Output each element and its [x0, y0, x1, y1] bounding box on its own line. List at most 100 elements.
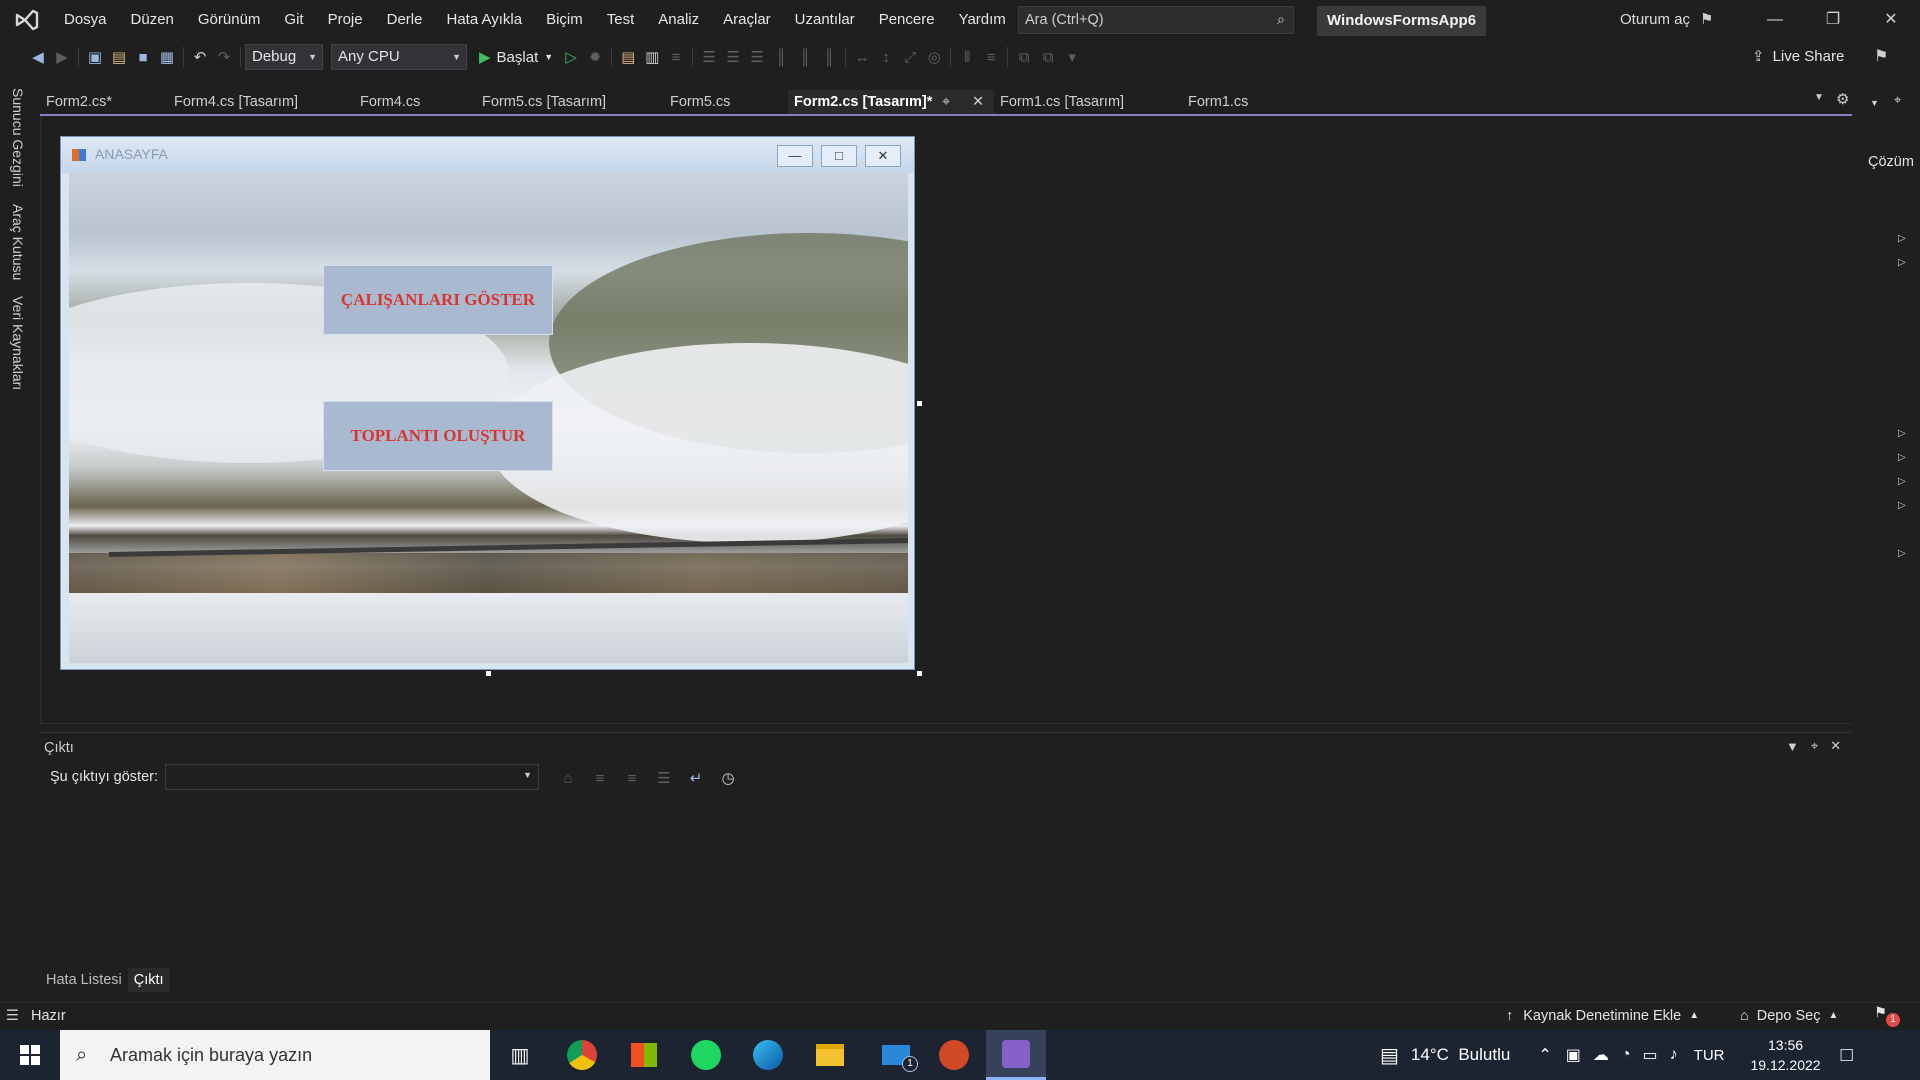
solution-name-badge[interactable]: WindowsFormsApp6	[1317, 6, 1487, 36]
menu-edit[interactable]: Düzen	[119, 0, 186, 40]
right-dropdown-icon[interactable]: ▼	[1870, 98, 1879, 108]
show-hidden-icons-icon[interactable]: ⌃	[1538, 1045, 1551, 1065]
align-centers-icon[interactable]: ☰	[721, 45, 745, 69]
menu-test[interactable]: Test	[595, 0, 647, 40]
layout-icon[interactable]: ▥	[640, 45, 664, 69]
windows-start-icon[interactable]	[0, 1030, 60, 1080]
tab-form1-design[interactable]: Form1.cs [Tasarım]	[994, 90, 1182, 114]
solution-explorer-title[interactable]: Çözüm	[1868, 154, 1914, 170]
make-same-size-icon[interactable]: ⤢	[898, 45, 922, 69]
align-icon[interactable]: ≡	[664, 45, 688, 69]
language-indicator[interactable]: TUR	[1694, 1047, 1725, 1064]
close-button[interactable]: ✕	[1862, 0, 1920, 40]
tab-list-dropdown-icon[interactable]: ▼	[1814, 92, 1824, 103]
menu-view[interactable]: Görünüm	[186, 0, 273, 40]
sign-in-button[interactable]: Oturum aç ⚑	[1620, 0, 1713, 40]
tab-form5-design[interactable]: Form5.cs [Tasarım]	[476, 90, 664, 114]
settings-gear-icon[interactable]: ⚙	[1836, 90, 1849, 108]
back-icon[interactable]: ◀	[26, 45, 50, 69]
clock[interactable]: 13:56 19.12.2022	[1750, 1035, 1820, 1075]
volume-icon[interactable]: ♪	[1670, 1046, 1678, 1064]
output-source-select[interactable]: ▼	[165, 764, 539, 790]
tree-expander-icon[interactable]: ▷	[1898, 452, 1906, 463]
menu-tools[interactable]: Araçlar	[711, 0, 783, 40]
send-to-back-icon[interactable]: ⧉	[1036, 45, 1060, 69]
start-without-debug-icon[interactable]: ▷	[559, 45, 583, 69]
weather-text[interactable]: 14°C Bulutlu	[1411, 1045, 1510, 1065]
menu-file[interactable]: Dosya	[52, 0, 119, 40]
chrome-icon[interactable]	[552, 1030, 612, 1080]
solution-config-select[interactable]: Debug ▼	[245, 44, 323, 70]
align-lefts-icon[interactable]: ☰	[697, 45, 721, 69]
tree-expander-icon[interactable]: ▷	[1898, 500, 1906, 511]
tree-expander-icon[interactable]: ▷	[1898, 257, 1906, 268]
side-tab-server-explorer[interactable]: Sunucu Gezgini	[10, 88, 26, 187]
spotify-icon[interactable]	[676, 1030, 736, 1080]
start-debug-button[interactable]: ▶ Başlat ▼	[479, 48, 553, 67]
tab-form2-design[interactable]: Form2.cs [Tasarım]* ⌖ ✕	[788, 90, 994, 114]
clear-all-icon[interactable]: ☰	[652, 766, 676, 790]
new-project-icon[interactable]: ▣	[83, 45, 107, 69]
redo-icon[interactable]: ↷	[212, 45, 236, 69]
add-to-source-control-button[interactable]: ↑ Kaynak Denetimine Ekle ▲	[1506, 1008, 1699, 1024]
menu-help[interactable]: Yardım	[947, 0, 1018, 40]
open-folder-icon[interactable]: ▤	[107, 45, 131, 69]
live-share-button[interactable]: ⇪ Live Share	[1752, 44, 1844, 70]
create-meeting-button[interactable]: TOPLANTI OLUŞTUR	[323, 401, 553, 471]
tab-form5-cs[interactable]: Form5.cs	[664, 90, 784, 114]
wifi-icon[interactable]: ◔	[1621, 1046, 1631, 1064]
minimize-button[interactable]: —	[1746, 0, 1804, 40]
undo-icon[interactable]: ↶	[188, 45, 212, 69]
show-employees-button[interactable]: ÇALIŞANLARI GÖSTER	[323, 265, 553, 335]
size-to-grid-icon[interactable]: ◎	[922, 45, 946, 69]
horizontal-spacing-icon[interactable]: ⫴	[955, 45, 979, 69]
next-message-icon[interactable]: ≡	[620, 766, 644, 790]
platform-select[interactable]: Any CPU ▼	[331, 44, 467, 70]
resize-handle[interactable]	[916, 670, 923, 677]
task-view-icon[interactable]: ▥	[490, 1030, 550, 1080]
pin-icon[interactable]: ⌖	[942, 90, 950, 114]
folder-view-icon[interactable]: ▤	[616, 45, 640, 69]
align-rights-icon[interactable]: ☰	[745, 45, 769, 69]
align-tops-icon[interactable]: ║	[769, 45, 793, 69]
tree-expander-icon[interactable]: ▷	[1898, 548, 1906, 559]
select-repo-button[interactable]: ⌂ Depo Seç ▲	[1740, 1008, 1838, 1024]
tree-expander-icon[interactable]: ▷	[1898, 476, 1906, 487]
store-icon[interactable]	[614, 1030, 674, 1080]
mail-icon[interactable]: 1	[866, 1030, 926, 1080]
tree-expander-icon[interactable]: ▷	[1898, 428, 1906, 439]
menu-extensions[interactable]: Uzantılar	[783, 0, 867, 40]
make-same-width-icon[interactable]: ↔	[850, 45, 874, 69]
notification-center-icon[interactable]: □	[1841, 1044, 1853, 1067]
menu-project[interactable]: Proje	[316, 0, 375, 40]
make-same-height-icon[interactable]: ↕	[874, 45, 898, 69]
pin-icon[interactable]: ⌖	[1811, 738, 1818, 754]
visual-studio-taskbar-icon[interactable]	[986, 1030, 1046, 1080]
notifications-button[interactable]: ⚑ 1	[1874, 1005, 1900, 1027]
timestamp-icon[interactable]: ◷	[716, 766, 740, 790]
menu-build[interactable]: Derle	[375, 0, 435, 40]
resize-handle[interactable]	[916, 400, 923, 407]
news-widget-icon[interactable]: ▤	[1380, 1043, 1399, 1068]
word-wrap-icon[interactable]: ↵	[684, 766, 708, 790]
align-bottoms-icon[interactable]: ║	[817, 45, 841, 69]
onedrive-icon[interactable]: ☁	[1593, 1045, 1609, 1065]
tab-form2-cs[interactable]: Form2.cs*	[40, 90, 168, 114]
menu-analyze[interactable]: Analiz	[646, 0, 711, 40]
tab-form1-cs[interactable]: Form1.cs	[1182, 90, 1302, 114]
powerpoint-icon[interactable]	[924, 1030, 984, 1080]
vertical-spacing-icon[interactable]: ≡	[979, 45, 1003, 69]
forward-icon[interactable]: ▶	[50, 45, 74, 69]
meet-now-icon[interactable]: ▣	[1566, 1045, 1581, 1065]
panel-dropdown-icon[interactable]: ▼	[1786, 739, 1799, 754]
designed-form-window[interactable]: ANASAYFA — □ ✕ ÇALIŞANLARI GÖSTER TOPLAN…	[60, 136, 915, 670]
menu-window[interactable]: Pencere	[867, 0, 947, 40]
hot-reload-icon[interactable]: ✹	[583, 45, 607, 69]
search-input[interactable]: Ara (Ctrl+Q) ⌕	[1018, 6, 1294, 34]
save-icon[interactable]: ■	[131, 45, 155, 69]
tab-output[interactable]: Çıktı	[127, 968, 170, 992]
close-tab-icon[interactable]: ✕	[972, 90, 984, 114]
file-explorer-icon[interactable]	[800, 1030, 860, 1080]
edge-icon[interactable]	[738, 1030, 798, 1080]
right-pin-icon[interactable]: ⌖	[1894, 92, 1901, 108]
